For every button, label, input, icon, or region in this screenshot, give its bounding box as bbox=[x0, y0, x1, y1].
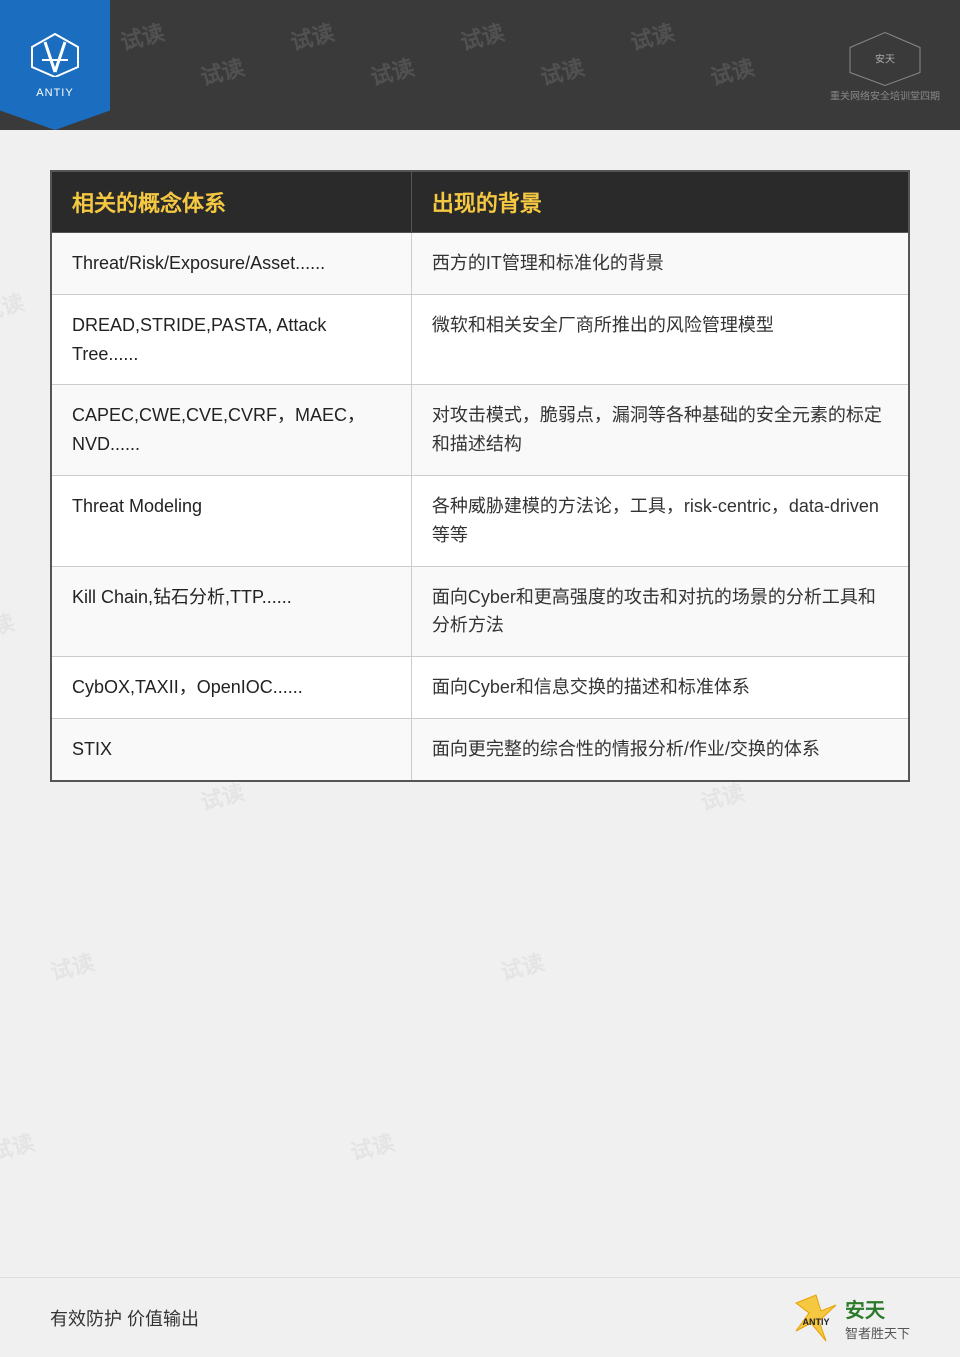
table-header-row: 相关的概念体系 出现的背景 bbox=[51, 171, 909, 233]
footer-brand: ANTIY 安天 智者胜天下 bbox=[791, 1293, 910, 1343]
footer-logo-icon: ANTIY bbox=[791, 1293, 841, 1343]
logo-text: ANTIY bbox=[36, 87, 73, 99]
table-cell-right: 对攻击模式，脆弱点，漏洞等各种基础的安全元素的标定和描述结构 bbox=[411, 385, 909, 476]
header-wm-4: 试读 bbox=[627, 15, 678, 57]
header-right-subtitle: 重关网络安全培训堂四期 bbox=[830, 88, 940, 103]
logo-icon bbox=[30, 32, 80, 83]
table-row: Threat/Risk/Exposure/Asset......西方的IT管理和… bbox=[51, 233, 909, 295]
header-wm-1: 试读 bbox=[117, 15, 168, 57]
footer-brand-name: 安天 bbox=[845, 1294, 910, 1323]
body-wm-9: 试读 bbox=[47, 945, 98, 987]
footer: 有效防护 价值输出 ANTIY 安天 智者胜天下 bbox=[0, 1277, 960, 1357]
footer-right: ANTIY 安天 智者胜天下 bbox=[791, 1293, 910, 1343]
body-wm-12: 试读 bbox=[347, 1125, 398, 1167]
table-cell-right: 面向更完整的综合性的情报分析/作业/交换的体系 bbox=[411, 718, 909, 780]
header-wm-6: 试读 bbox=[367, 50, 418, 92]
table-cell-left: Threat/Risk/Exposure/Asset...... bbox=[51, 233, 411, 295]
logo: ANTIY bbox=[0, 0, 110, 130]
svg-text:安天: 安天 bbox=[875, 53, 895, 66]
table-row: CAPEC,CWE,CVE,CVRF，MAEC，NVD......对攻击模式，脆… bbox=[51, 385, 909, 476]
table-cell-right: 各种威胁建模的方法论，工具，risk-centric，data-driven等等 bbox=[411, 475, 909, 566]
header-wm-7: 试读 bbox=[537, 50, 588, 92]
table-cell-right: 面向Cyber和信息交换的描述和标准体系 bbox=[411, 657, 909, 719]
table-row: Threat Modeling各种威胁建模的方法论，工具，risk-centri… bbox=[51, 475, 909, 566]
table-cell-left: Threat Modeling bbox=[51, 475, 411, 566]
concepts-table: 相关的概念体系 出现的背景 Threat/Risk/Exposure/Asset… bbox=[50, 170, 910, 782]
body-wm-10: 试读 bbox=[497, 945, 548, 987]
table-cell-left: DREAD,STRIDE,PASTA, Attack Tree...... bbox=[51, 294, 411, 385]
col2-header: 出现的背景 bbox=[411, 171, 909, 233]
table-row: STIX面向更完整的综合性的情报分析/作业/交换的体系 bbox=[51, 718, 909, 780]
table-row: DREAD,STRIDE,PASTA, Attack Tree......微软和… bbox=[51, 294, 909, 385]
body-wm-11: 试读 bbox=[0, 1125, 37, 1167]
col1-header: 相关的概念体系 bbox=[51, 171, 411, 233]
main-content: 相关的概念体系 出现的背景 Threat/Risk/Exposure/Asset… bbox=[0, 130, 960, 822]
table-cell-right: 面向Cyber和更高强度的攻击和对抗的场景的分析工具和分析方法 bbox=[411, 566, 909, 657]
footer-brand-text-group: 安天 智者胜天下 bbox=[845, 1294, 910, 1342]
table-row: CybOX,TAXII，OpenIOC......面向Cyber和信息交换的描述… bbox=[51, 657, 909, 719]
table-row: Kill Chain,钻石分析,TTP......面向Cyber和更高强度的攻击… bbox=[51, 566, 909, 657]
table-cell-right: 西方的IT管理和标准化的背景 bbox=[411, 233, 909, 295]
header-wm-5: 试读 bbox=[197, 50, 248, 92]
header-wm-8: 试读 bbox=[707, 50, 758, 92]
table-cell-left: CAPEC,CWE,CVE,CVRF，MAEC，NVD...... bbox=[51, 385, 411, 476]
footer-brand-sub: 智者胜天下 bbox=[845, 1323, 910, 1342]
header: ANTIY 试读 试读 试读 试读 试读 试读 试读 试读 安天 重关网络安全培… bbox=[0, 0, 960, 130]
table-cell-right: 微软和相关安全厂商所推出的风险管理模型 bbox=[411, 294, 909, 385]
header-right-logo: 安天 重关网络安全培训堂四期 bbox=[830, 28, 940, 103]
footer-left-text: 有效防护 价值输出 bbox=[50, 1305, 199, 1331]
table-cell-left: Kill Chain,钻石分析,TTP...... bbox=[51, 566, 411, 657]
table-cell-left: CybOX,TAXII，OpenIOC...... bbox=[51, 657, 411, 719]
header-wm-2: 试读 bbox=[287, 15, 338, 57]
table-cell-left: STIX bbox=[51, 718, 411, 780]
header-watermarks: 试读 试读 试读 试读 试读 试读 试读 试读 bbox=[0, 0, 960, 130]
svg-text:ANTIY: ANTIY bbox=[802, 1317, 829, 1327]
header-wm-3: 试读 bbox=[457, 15, 508, 57]
